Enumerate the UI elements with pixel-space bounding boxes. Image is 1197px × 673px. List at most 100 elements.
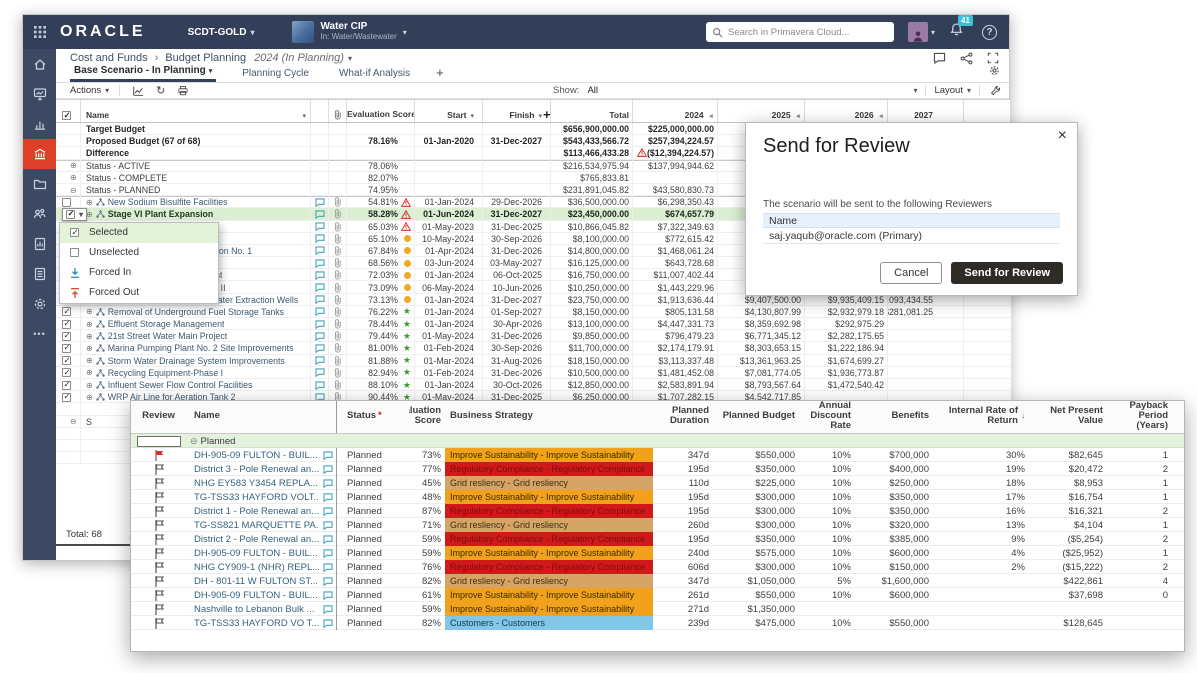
row-select-cell[interactable]: ⊕ [56, 172, 81, 184]
column-evaluation-score[interactable]: Evaluation Score [409, 401, 445, 433]
row-comment-cell[interactable] [311, 269, 329, 281]
flag-cell[interactable] [131, 532, 186, 546]
tab-what-if-analysis[interactable]: What-if Analysis [335, 68, 414, 82]
table-row[interactable]: ⊕Removal of Underground Fuel Storage Tan… [56, 306, 1011, 318]
comment-cell[interactable] [319, 490, 337, 504]
row-attachment-cell[interactable] [329, 355, 347, 367]
column-evaluation-score[interactable]: Evaluation Score↑↓▾ [347, 100, 415, 122]
tab-planning-cycle[interactable]: Planning Cycle [238, 68, 313, 82]
project-selector[interactable]: Water CIP In: Water/Wastewater ▾ [292, 21, 406, 43]
comment-cell[interactable] [319, 476, 337, 490]
expand-icon[interactable]: ⊕ [86, 381, 93, 390]
row-attachment-cell[interactable] [329, 245, 347, 257]
row-name-cell[interactable]: ⊕Marina Pumping Plant No. 2 Site Improve… [81, 342, 311, 354]
column-benefits[interactable]: Benefits [861, 401, 935, 433]
flag-cell[interactable] [131, 490, 186, 504]
flag-cell[interactable] [131, 602, 186, 616]
sidebar-item-dashboard[interactable] [23, 79, 56, 109]
row-select-cell[interactable] [56, 306, 81, 318]
comment-cell[interactable] [319, 602, 337, 616]
row-name-cell[interactable]: Status - ACTIVE [81, 160, 311, 172]
row-comment-cell[interactable] [311, 318, 329, 330]
dropdown-item-selected[interactable]: Selected [60, 223, 218, 243]
column-attachments[interactable] [329, 100, 347, 122]
review-table-row[interactable]: NHG EY583 Y3454 REPLA... Planned 45% Gri… [131, 476, 1184, 490]
row-select-cell[interactable] [56, 391, 81, 403]
share-icon[interactable] [960, 52, 973, 65]
table-row[interactable]: ⊕Storm Water Drainage System Improvement… [56, 355, 1011, 367]
app-launcher-icon[interactable] [23, 26, 56, 38]
collapse-icon[interactable]: ⊖ [190, 436, 198, 447]
row-comment-cell[interactable] [311, 196, 329, 208]
refresh-button[interactable]: ↻ [156, 84, 165, 97]
row-select-cell[interactable] [56, 355, 81, 367]
row-attachment-cell[interactable] [329, 379, 347, 391]
column-total[interactable]: Total [551, 100, 633, 122]
table-row[interactable]: ⊕Marina Pumping Plant No. 2 Site Improve… [56, 342, 1011, 354]
row-attachment-cell[interactable] [329, 160, 347, 172]
notifications-icon[interactable]: 41 [949, 22, 964, 42]
comment-cell[interactable] [319, 574, 337, 588]
project-name-cell[interactable]: District 1 - Pole Renewal an... [186, 504, 319, 518]
row-select-cell[interactable]: ▾ [56, 208, 81, 220]
flag-cell[interactable] [131, 476, 186, 490]
column-start[interactable]: Start▾ [415, 100, 483, 122]
row-select-cell[interactable]: ⊕ [56, 160, 81, 172]
expand-icon[interactable]: ⊕ [86, 368, 93, 377]
dropdown-item-forced-in[interactable]: Forced In [60, 263, 218, 283]
expand-icon[interactable]: ⊕ [86, 198, 93, 207]
row-comment-cell[interactable] [311, 294, 329, 306]
row-comment-cell[interactable] [311, 221, 329, 233]
row-attachment-cell[interactable] [329, 330, 347, 342]
row-comment-cell[interactable] [311, 172, 329, 184]
column-name[interactable]: Name▾ [81, 100, 311, 122]
review-table-row[interactable]: Nashville to Lebanon Bulk ... Planned 59… [131, 602, 1184, 616]
project-name-cell[interactable]: District 3 - Pole Renewal an... [186, 462, 319, 476]
print-button[interactable] [177, 85, 189, 97]
review-table-row[interactable]: TG-TSS33 HAYFORD VOLT... Planned 48% Imp… [131, 490, 1184, 504]
column-business-strategy[interactable]: Business Strategy [445, 401, 653, 433]
project-name-cell[interactable]: DH-905-09 FULTON - BUIL... [186, 546, 319, 560]
row-select-cell[interactable] [56, 135, 81, 147]
table-row[interactable]: ⊕Influent Sewer Flow Control Facilities … [56, 379, 1011, 391]
row-attachment-cell[interactable] [329, 367, 347, 379]
row-comment-cell[interactable] [311, 342, 329, 354]
row-name-cell[interactable]: ⊕Recycling Equipment-Phase I [81, 367, 311, 379]
close-icon[interactable]: × [1058, 127, 1067, 145]
comment-icon[interactable] [933, 52, 946, 64]
review-table-row[interactable]: DH-905-09 FULTON - BUIL... Planned 59% I… [131, 546, 1184, 560]
column-net-present-value[interactable]: Net Present Value [1039, 401, 1107, 433]
flag-cell[interactable] [131, 560, 186, 574]
row-select-cell[interactable] [56, 318, 81, 330]
add-tab-button[interactable]: + [436, 65, 444, 82]
row-attachment-cell[interactable] [329, 281, 347, 293]
review-table-row[interactable]: NHG CY909-1 (NHR) REPL... Planned 76% Re… [131, 560, 1184, 574]
sidebar-item-resources[interactable] [23, 199, 56, 229]
project-name-cell[interactable]: NHG CY909-1 (NHR) REPL... [186, 560, 319, 574]
flag-cell[interactable] [131, 574, 186, 588]
column-internal-rate-of-return[interactable]: Internal Rate of Return↓ [935, 401, 1039, 433]
row-comment-cell[interactable] [311, 184, 329, 196]
row-name-cell[interactable]: ⊕Influent Sewer Flow Control Facilities [81, 379, 311, 391]
row-attachment-cell[interactable] [329, 294, 347, 306]
row-select-cell[interactable] [56, 367, 81, 379]
column-2025[interactable]: 2025◄ [718, 100, 805, 122]
project-name-cell[interactable]: NHG EY583 Y3454 REPLA... [186, 476, 319, 490]
page-settings-gear-icon[interactable] [988, 64, 1001, 82]
row-select-cell[interactable] [56, 123, 81, 135]
row-name-cell[interactable]: ⊕Stage VI Plant Expansion [81, 208, 311, 220]
layout-dropdown[interactable]: Layout▾ [934, 85, 971, 96]
row-comment-cell[interactable] [311, 160, 329, 172]
actions-menu[interactable]: Actions▾ [70, 85, 120, 96]
chart-view-button[interactable] [132, 85, 144, 97]
cancel-button[interactable]: Cancel [880, 262, 942, 284]
row-comment-cell[interactable] [311, 281, 329, 293]
comment-cell[interactable] [319, 616, 337, 630]
flag-cell[interactable] [131, 546, 186, 560]
flag-cell[interactable] [131, 588, 186, 602]
row-select-cell[interactable]: ⊖ [56, 184, 81, 196]
comment-cell[interactable] [319, 504, 337, 518]
row-name-cell[interactable]: Target Budget [81, 123, 311, 135]
sidebar-item-files[interactable] [23, 169, 56, 199]
row-comment-cell[interactable] [311, 233, 329, 245]
